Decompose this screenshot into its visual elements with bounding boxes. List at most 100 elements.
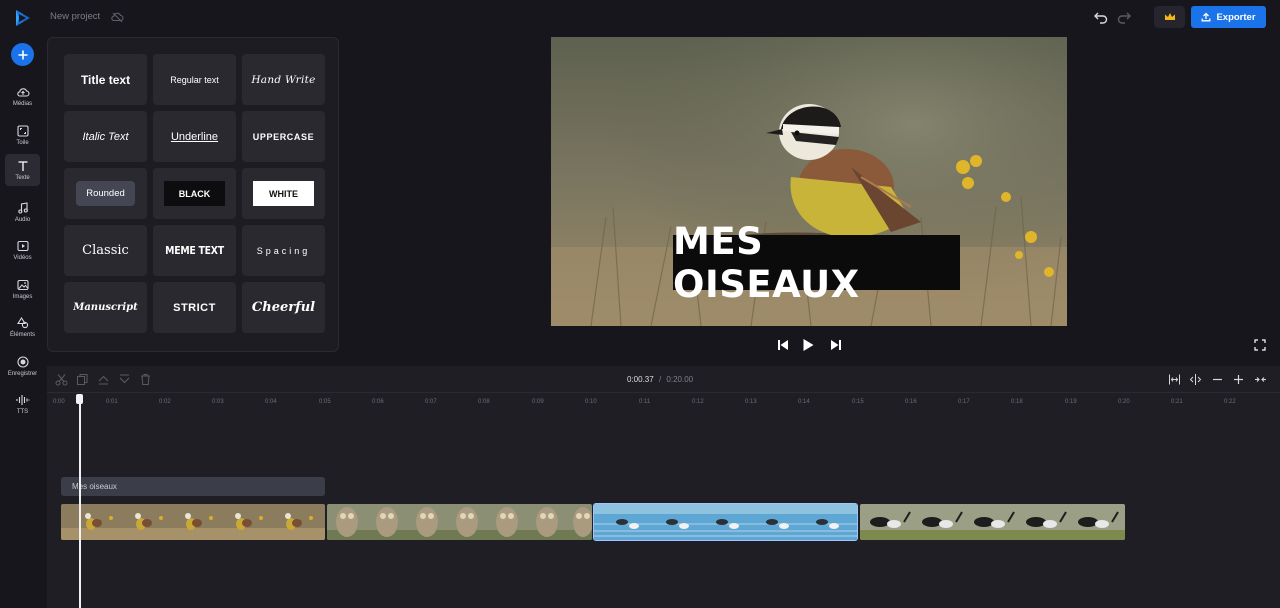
music-note-icon [17,201,28,214]
nav-label-images: Images [12,293,33,300]
move-down-icon[interactable] [118,373,131,386]
cloud-icon [111,12,124,23]
nav-label-audio: Audio [14,216,31,223]
skip-forward-icon[interactable] [829,338,843,352]
export-button[interactable]: Exporter [1191,6,1266,28]
nav-item-audio[interactable]: Audio [5,196,40,228]
text-style-handwrite[interactable]: Hand Write [242,54,325,105]
nav-label-enregistrer: Enregistrer [7,370,38,377]
crown-icon [1164,13,1175,20]
ruler-label: 0:02 [159,399,171,405]
text-style-spacing[interactable]: Spacing [242,225,325,276]
current-time: 0:00.37 [627,375,654,384]
project-title[interactable]: New project [50,11,100,22]
nav-item-images[interactable]: Images [5,273,40,305]
top-bar: New project Exporter [0,0,1280,36]
text-style-rounded[interactable]: Rounded [64,168,147,219]
text-style-strict[interactable]: STRICT [153,282,236,333]
text-style-regular[interactable]: Regular text [153,54,236,105]
text-style-uppercase[interactable]: UPPERCASE [242,111,325,162]
text-style-title[interactable]: Title text [64,54,147,105]
nav-label-tts: TTS [16,408,29,415]
ruler-label: 0:21 [1171,399,1183,405]
ruler-label: 0:20 [1118,399,1130,405]
nav-label-texte: Texte [15,174,30,181]
move-up-icon[interactable] [97,373,110,386]
text-style-manuscript[interactable]: Manuscript [64,282,147,333]
nav-item-medias[interactable]: Médias [5,80,40,112]
timeline: 0:00.37 / 0:20.00 0:00 0:01 0:02 0:03 0:… [47,366,1280,608]
scissors-icon[interactable] [55,373,68,386]
ruler-label: 0:11 [639,399,651,405]
ruler-label: 0:01 [106,399,118,405]
nav-item-elements[interactable]: Éléments [5,311,40,343]
nav-item-enregistrer[interactable]: Enregistrer [5,350,40,382]
playhead[interactable] [79,394,81,608]
premium-button[interactable] [1154,6,1185,28]
nav-label-videos: Vidéos [13,254,32,261]
text-clip[interactable]: Mes oiseaux [61,477,325,496]
nav-item-videos[interactable]: Vidéos [5,234,40,266]
timecode: 0:00.37 / 0:20.00 [627,375,693,384]
image-icon [16,279,29,290]
ruler-label: 0:10 [585,399,597,405]
play-icon[interactable] [801,338,815,352]
video-clip-4[interactable] [860,504,1125,540]
text-style-white[interactable]: WHITE [242,168,325,219]
duplicate-icon[interactable] [76,373,89,386]
text-icon [18,160,27,171]
ruler-label: 0:09 [532,399,544,405]
ruler-label: 0:22 [1224,399,1236,405]
nav-item-toile[interactable]: Toile [5,119,40,151]
text-style-black[interactable]: BLACK [153,168,236,219]
clip-thumbnail-owls [327,504,592,540]
split-icon[interactable] [1189,373,1202,386]
app-logo-icon[interactable] [13,8,33,28]
trash-icon[interactable] [139,373,152,386]
video-clip-2[interactable] [327,504,592,540]
text-style-cheerful[interactable]: Cheerful [242,282,325,333]
upload-icon [1202,12,1211,22]
video-icon [16,240,29,251]
zoom-out-icon[interactable] [1211,373,1224,386]
ruler-label: 0:19 [1065,399,1077,405]
time-separator: / [658,375,662,384]
left-sidebar: Médias Toile Texte Audio Vidéos Images É… [0,36,46,608]
add-button[interactable] [11,43,34,66]
nav-item-tts[interactable]: TTS [5,388,40,420]
nav-item-texte[interactable]: Texte [5,154,40,186]
text-style-classic[interactable]: Classic [64,225,147,276]
playhead-handle[interactable] [76,394,83,404]
video-preview[interactable]: MES OISEAUX [551,37,1067,326]
zoom-in-icon[interactable] [1232,373,1245,386]
video-clip-1[interactable] [61,504,325,540]
cloud-upload-icon [16,87,30,97]
fullscreen-icon[interactable] [1254,339,1266,351]
ruler-label: 0:05 [319,399,331,405]
waveform-icon [15,394,30,405]
preview-caption[interactable]: MES OISEAUX [673,220,960,306]
video-clip-3[interactable] [593,503,858,541]
canvas-icon [16,124,29,137]
ruler-label: 0:08 [478,399,490,405]
redo-icon[interactable] [1116,9,1132,25]
collapse-icon[interactable] [1254,373,1267,386]
ruler-label: 0:07 [425,399,437,405]
text-styles-panel: Title text Regular text Hand Write Itali… [47,37,339,352]
nav-label-medias: Médias [12,100,33,107]
export-label: Exporter [1216,11,1256,23]
ruler-label: 0:16 [905,399,917,405]
undo-icon[interactable] [1093,9,1109,25]
record-icon [16,355,29,368]
ruler-label: 0:17 [958,399,970,405]
shapes-icon [16,316,28,328]
ruler-label: 0:15 [852,399,864,405]
skip-back-icon[interactable] [776,338,790,352]
text-style-meme[interactable]: MEME TEXT [153,225,236,276]
plus-icon [18,50,27,59]
fit-timeline-icon[interactable] [1168,373,1181,386]
clip-thumbnail-water-birds [594,504,857,540]
text-style-underline[interactable]: Underline [153,111,236,162]
text-style-italic[interactable]: Italic Text [64,111,147,162]
nav-label-toile: Toile [16,139,29,146]
